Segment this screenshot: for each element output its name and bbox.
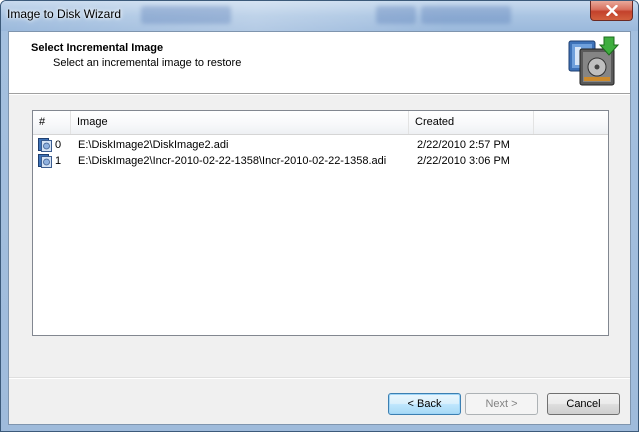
window-title: Image to Disk Wizard xyxy=(7,7,122,21)
wizard-header: Select Incremental Image Select an incre… xyxy=(9,32,630,94)
next-button[interactable]: Next > xyxy=(465,393,538,415)
background-blur-3 xyxy=(421,6,511,24)
wizard-client-area: Select Incremental Image Select an incre… xyxy=(8,31,631,425)
disk-image-icon xyxy=(38,138,52,152)
background-blur-1 xyxy=(141,6,231,24)
row-index: 1 xyxy=(55,155,62,167)
close-icon xyxy=(605,5,618,16)
footer-separator xyxy=(9,377,630,379)
background-blur-2 xyxy=(376,6,416,24)
cancel-button[interactable]: Cancel xyxy=(547,393,620,415)
wizard-window: Image to Disk Wizard Select Incremental … xyxy=(0,0,639,432)
row-index: 0 xyxy=(55,139,62,151)
title-bar[interactable]: Image to Disk Wizard xyxy=(1,1,638,31)
close-button[interactable] xyxy=(590,1,633,21)
page-title: Select Incremental Image xyxy=(31,42,164,54)
row-image-path: E:\DiskImage2\DiskImage2.adi xyxy=(78,139,229,151)
row-created: 2/22/2010 2:57 PM xyxy=(417,139,510,151)
disk-restore-icon xyxy=(568,36,620,86)
disk-image-icon xyxy=(38,154,52,168)
row-created: 2/22/2010 3:06 PM xyxy=(417,155,510,167)
column-header-empty xyxy=(534,111,608,134)
column-header-created[interactable]: Created xyxy=(409,111,534,134)
list-item[interactable]: 0 E:\DiskImage2\DiskImage2.adi 2/22/2010… xyxy=(33,137,608,153)
column-header-image[interactable]: Image xyxy=(71,111,409,134)
page-subtitle: Select an incremental image to restore xyxy=(53,57,242,69)
list-header: # Image Created xyxy=(33,111,608,135)
row-image-path: E:\DiskImage2\Incr-2010-02-22-1358\Incr-… xyxy=(78,155,387,167)
list-item[interactable]: 1 E:\DiskImage2\Incr-2010-02-22-1358\Inc… xyxy=(33,153,608,169)
incremental-image-list[interactable]: # Image Created 0 E:\DiskImage2\DiskImag… xyxy=(32,110,609,336)
column-header-index[interactable]: # xyxy=(33,111,71,134)
back-button[interactable]: < Back xyxy=(388,393,461,415)
header-separator xyxy=(9,94,630,95)
